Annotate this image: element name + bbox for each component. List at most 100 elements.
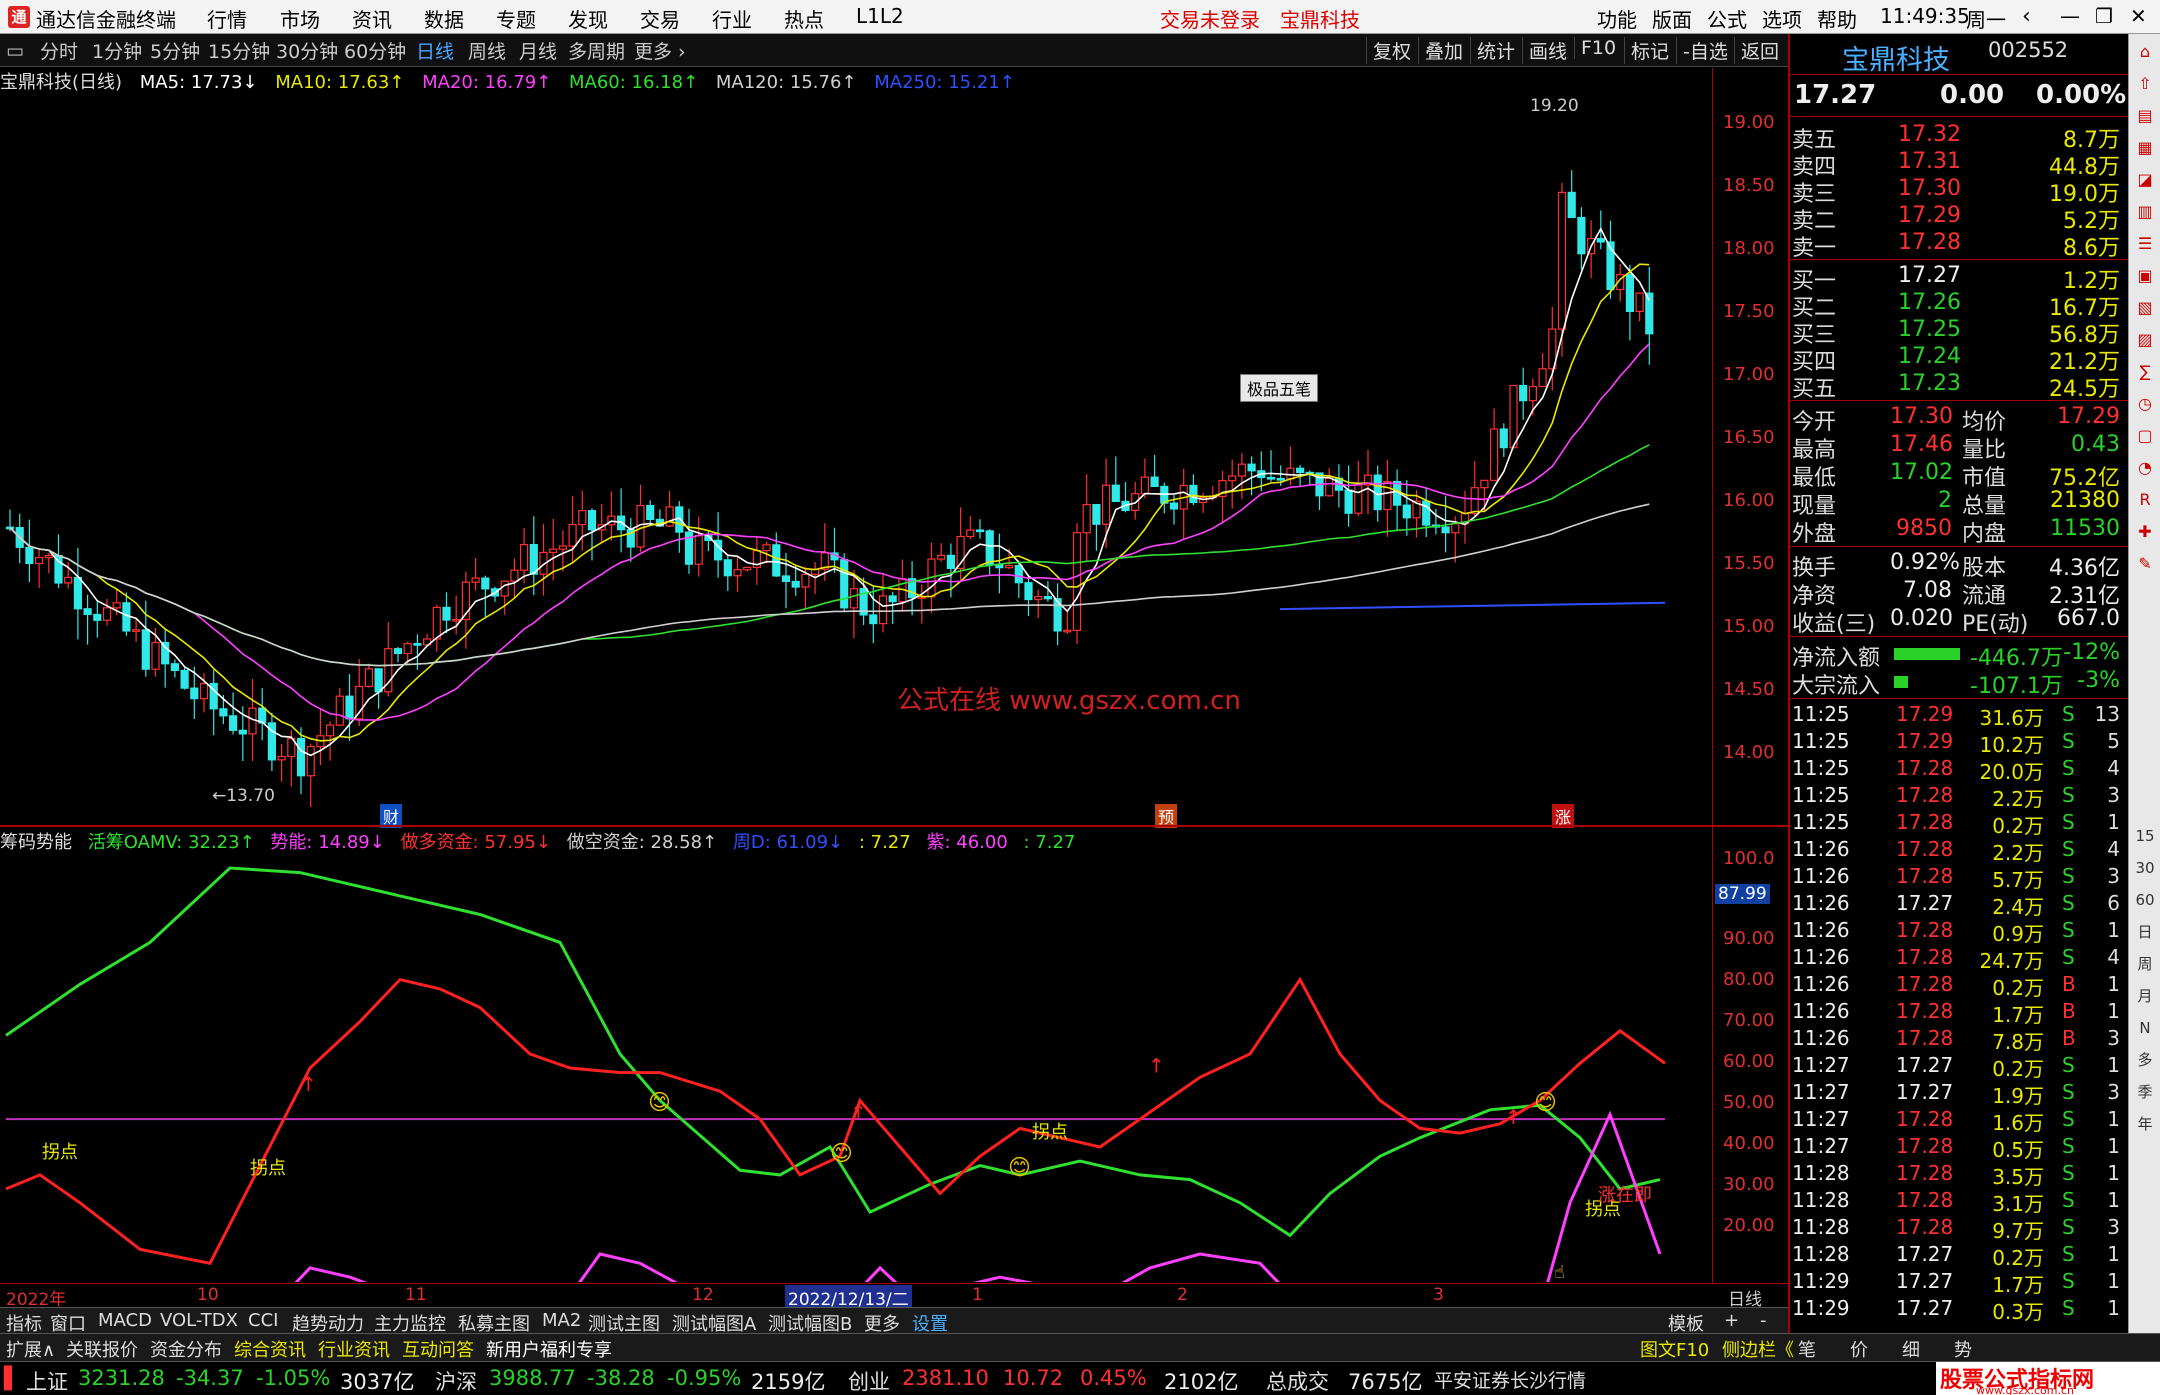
tab-expand[interactable]: 扩展∧ — [6, 1336, 55, 1362]
btn-biaoji[interactable]: 标记 — [1624, 37, 1675, 64]
fin-icon[interactable]: ▣ — [2133, 264, 2157, 288]
ask-row[interactable]: 卖三 17.30 19.0万 — [1790, 176, 2126, 207]
side-period-4[interactable]: 周 — [2133, 952, 2157, 976]
close-icon[interactable]: ✕ — [2130, 4, 2147, 28]
back-icon[interactable]: ‹ — [2022, 4, 2031, 29]
period-fenshi[interactable]: 分时 — [40, 37, 78, 64]
side-period-0[interactable]: 15 — [2133, 824, 2157, 848]
side-period-1[interactable]: 30 — [2133, 856, 2157, 880]
side-period-5[interactable]: 月 — [2133, 984, 2157, 1008]
line-icon[interactable]: ◪ — [2133, 168, 2157, 192]
period-5min[interactable]: 5分钟 — [150, 37, 200, 64]
ask-row[interactable]: 卖四 17.31 44.8万 — [1790, 149, 2126, 180]
menu-shichang[interactable]: 市场 — [280, 4, 320, 33]
menu-hangye[interactable]: 行业 — [712, 4, 752, 33]
pie-icon[interactable]: ◔ — [2133, 456, 2157, 480]
btn-f10-graphic[interactable]: 图文F10 — [1640, 1336, 1709, 1362]
tab-zijin[interactable]: 资金分布 — [150, 1336, 222, 1362]
bid-row[interactable]: 买五 17.23 24.5万 — [1790, 371, 2126, 402]
btn-tongji[interactable]: 统计 — [1470, 37, 1521, 64]
bars-icon[interactable]: ▧ — [2133, 296, 2157, 320]
sigma-icon[interactable]: ∑ — [2133, 360, 2157, 384]
period-30min[interactable]: 30分钟 — [276, 37, 338, 64]
menu-zhuanti[interactable]: 专题 — [496, 4, 536, 33]
bid-row[interactable]: 买四 17.24 21.2万 — [1790, 344, 2126, 375]
tab-ma2[interactable]: MA2 — [542, 1310, 581, 1331]
ask-row[interactable]: 卖一 17.28 8.6万 — [1790, 230, 2126, 261]
candlestick-chart[interactable] — [0, 94, 1712, 824]
btn-f10[interactable]: F10 — [1574, 37, 1622, 59]
period-multi[interactable]: 多周期 — [568, 37, 625, 64]
menu-gongneng[interactable]: 功能 — [1597, 4, 1637, 33]
pin-icon[interactable]: ✚ — [2133, 520, 2157, 544]
doc-icon[interactable]: ▨ — [2133, 328, 2157, 352]
menu-redian[interactable]: 热点 — [784, 4, 824, 33]
btn-zixuan[interactable]: -自选 — [1676, 37, 1734, 64]
tab-hudong[interactable]: 互动问答 — [402, 1336, 474, 1362]
bid-row[interactable]: 买二 17.26 16.7万 — [1790, 290, 2126, 321]
sh-label[interactable]: 上证 — [26, 1366, 68, 1395]
ask-row[interactable]: 卖五 17.32 8.7万 — [1790, 122, 2126, 153]
clock-icon[interactable]: ◷ — [2133, 392, 2157, 416]
list-icon[interactable]: ☰ — [2133, 232, 2157, 256]
grid-icon[interactable]: ▦ — [2133, 136, 2157, 160]
tab-xi[interactable]: 细 — [1902, 1336, 1920, 1362]
indicator-chart[interactable]: 😊😊😊😊☝☝☝☝☝☝↑↑↑↑ — [0, 852, 1712, 1282]
add-pane-button[interactable]: + — [1724, 1310, 1739, 1331]
candle-icon[interactable]: ▥ — [2133, 200, 2157, 224]
menu-bangzhu[interactable]: 帮助 — [1817, 4, 1857, 33]
menu-jiaoyi[interactable]: 交易 — [640, 4, 680, 33]
pen-icon[interactable]: ✎ — [2133, 552, 2157, 576]
bid-row[interactable]: 买三 17.25 56.8万 — [1790, 317, 2126, 348]
cy-label[interactable]: 创业 — [848, 1366, 890, 1395]
pane-divider[interactable] — [0, 825, 1788, 827]
hs-label[interactable]: 沪深 — [435, 1366, 477, 1395]
box-icon[interactable]: ▢ — [2133, 424, 2157, 448]
period-weekly[interactable]: 周线 — [468, 37, 506, 64]
ime-toolbox[interactable]: 极品五笔 — [1240, 374, 1319, 402]
menu-faxian[interactable]: 发现 — [568, 4, 608, 33]
remove-pane-button[interactable]: - — [1760, 1310, 1767, 1331]
bid-row[interactable]: 买一 17.27 1.2万 — [1790, 263, 2126, 294]
menu-hangqing[interactable]: 行情 — [207, 4, 247, 33]
home-icon[interactable]: ⌂ — [2133, 40, 2157, 64]
tab-hangye[interactable]: 行业资讯 — [318, 1336, 390, 1362]
side-period-8[interactable]: 季 — [2133, 1080, 2157, 1104]
btn-sidebar[interactable]: 侧边栏《 — [1722, 1336, 1794, 1362]
menu-zixun[interactable]: 资讯 — [352, 4, 392, 33]
up-icon[interactable]: ⇧ — [2133, 72, 2157, 96]
trade-login-status[interactable]: 交易未登录 — [1160, 4, 1260, 33]
tab-macd[interactable]: MACD — [98, 1310, 152, 1331]
btn-fuquan[interactable]: 复权 — [1366, 37, 1417, 64]
side-period-3[interactable]: 日 — [2133, 920, 2157, 944]
menu-icon[interactable]: ▭ — [6, 40, 24, 62]
menu-l1l2[interactable]: L1L2 — [856, 4, 904, 28]
chart-icon[interactable]: ▤ — [2133, 104, 2157, 128]
tab-guanlian[interactable]: 关联报价 — [66, 1336, 138, 1362]
minimize-icon[interactable]: — — [2060, 4, 2080, 28]
tab-jia[interactable]: 价 — [1850, 1336, 1868, 1362]
menu-banmian[interactable]: 版面 — [1652, 4, 1692, 33]
tab-cci[interactable]: CCI — [248, 1310, 278, 1331]
btn-diejia[interactable]: 叠加 — [1418, 37, 1469, 64]
period-15min[interactable]: 15分钟 — [208, 37, 270, 64]
tab-shi[interactable]: 势 — [1954, 1336, 1972, 1362]
tab-zonghe[interactable]: 综合资讯 — [234, 1336, 306, 1362]
menu-xuanxiang[interactable]: 选项 — [1762, 4, 1802, 33]
tab-vol[interactable]: VOL-TDX — [160, 1310, 238, 1331]
tab-bi[interactable]: 笔 — [1798, 1336, 1816, 1362]
rsi-icon[interactable]: R — [2133, 488, 2157, 512]
menu-gongshi[interactable]: 公式 — [1707, 4, 1747, 33]
period-1min[interactable]: 1分钟 — [92, 37, 142, 64]
ask-row[interactable]: 卖二 17.29 5.2万 — [1790, 203, 2126, 234]
period-daily[interactable]: 日线 — [416, 37, 454, 64]
side-period-9[interactable]: 年 — [2133, 1112, 2157, 1136]
period-more[interactable]: 更多 › — [634, 37, 686, 64]
side-period-2[interactable]: 60 — [2133, 888, 2157, 912]
period-60min[interactable]: 60分钟 — [344, 37, 406, 64]
side-period-7[interactable]: 多 — [2133, 1048, 2157, 1072]
restore-icon[interactable]: ❐ — [2095, 4, 2113, 28]
btn-huaxian[interactable]: 画线 — [1522, 37, 1573, 64]
side-period-6[interactable]: N — [2133, 1016, 2157, 1040]
btn-fanhui[interactable]: 返回 — [1734, 37, 1785, 64]
